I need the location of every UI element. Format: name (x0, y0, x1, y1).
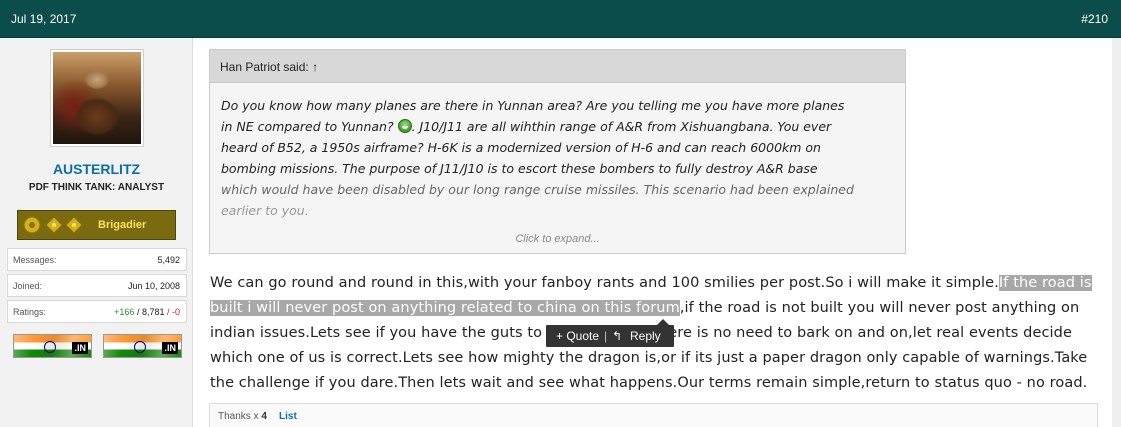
post-number-link[interactable]: #210 (1081, 12, 1108, 26)
quote-line: in NE compared to Yunnan? . J10/J11 are … (221, 119, 832, 134)
scrollbar[interactable] (1112, 38, 1121, 427)
india-flag-icon: .IN (103, 334, 182, 358)
rank-label: Brigadier (98, 219, 147, 231)
quote-line: which would have been disabled by our lo… (221, 182, 854, 197)
quote-line: Do you know how many planes are there in… (221, 98, 845, 113)
reply-icon: ↰ (612, 329, 623, 343)
quote-line: heard of B52, a 1950s airframe? H-6K is … (221, 140, 821, 155)
quote-header[interactable]: Han Patriot said: ↑ (210, 50, 905, 83)
flag-tld: .IN (72, 342, 88, 354)
selected-text: built i will never post on anything rela… (210, 300, 680, 316)
tooltip-separator: | (604, 329, 608, 343)
reply-selection-button[interactable]: Reply (630, 329, 661, 343)
thanks-summary: Thanks x 4 (218, 411, 267, 422)
quote-text: Do you know how many planes are there in… (221, 95, 891, 221)
stat-joined-label: Joined: (13, 281, 43, 291)
quote-expand-link[interactable]: Click to expand... (210, 233, 905, 245)
post-header-bar: Jul 19, 2017 #210 (0, 0, 1121, 38)
avatar-image (53, 52, 141, 144)
ratings-positive: +166 (114, 307, 135, 317)
selected-text: If the road is (998, 275, 1092, 291)
post-content: Han Patriot said: ↑ Do you know how many… (194, 38, 1121, 427)
stat-ratings: Ratings: +166 / 8,781 / -0 (7, 300, 187, 323)
selection-quote-tooltip: + Quote | ↰ Reply (546, 319, 674, 347)
user-title: PDF THINK TANK: ANALYST (28, 182, 165, 193)
stat-messages: Messages: 5,492 (7, 248, 187, 271)
username-link[interactable]: AUSTERLITZ (0, 161, 193, 177)
flag-tld: .IN (162, 342, 178, 354)
stat-ratings-label: Ratings: (13, 307, 47, 317)
country-flags: .IN .IN (13, 334, 183, 358)
avatar[interactable] (50, 49, 144, 147)
stat-messages-label: Messages: (13, 255, 57, 265)
user-panel: AUSTERLITZ PDF THINK TANK: ANALYST Briga… (0, 38, 193, 427)
ratings-separator: / (134, 307, 142, 317)
go-to-quote-arrow-icon[interactable]: ↑ (312, 60, 318, 74)
quote-line: bombing missions. The purpose of J11/J10… (221, 161, 818, 176)
smiley-icon (397, 119, 412, 133)
rank-badge: Brigadier (17, 210, 176, 240)
quote-selection-button[interactable]: + Quote (556, 329, 599, 343)
stat-ratings-value[interactable]: +166 / 8,781 / -0 (114, 307, 180, 317)
rank-insignia-icon (23, 216, 83, 234)
india-flag-icon: .IN (13, 334, 92, 358)
quote-line: earlier to you. (221, 203, 309, 218)
post-date: Jul 19, 2017 (11, 12, 77, 26)
stat-messages-value[interactable]: 5,492 (157, 255, 180, 265)
message-part: We can go round and round in this,with y… (210, 275, 999, 291)
ratings-total: 8,781 (141, 307, 165, 317)
stat-joined-value: Jun 10, 2008 (127, 281, 180, 291)
tooltip-pointer (657, 319, 669, 325)
stat-joined: Joined: Jun 10, 2008 (7, 274, 187, 297)
user-stats: Messages: 5,492 Joined: Jun 10, 2008 Rat… (7, 248, 187, 326)
thanks-count: 4 (261, 411, 267, 422)
quote-author: Han Patriot said: (220, 60, 309, 74)
ratings-negative: / -0 (164, 307, 180, 317)
likes-bar: Thanks x 4 List (209, 403, 1098, 427)
quote-block: Han Patriot said: ↑ Do you know how many… (209, 49, 906, 254)
thanks-list-link[interactable]: List (279, 411, 297, 422)
